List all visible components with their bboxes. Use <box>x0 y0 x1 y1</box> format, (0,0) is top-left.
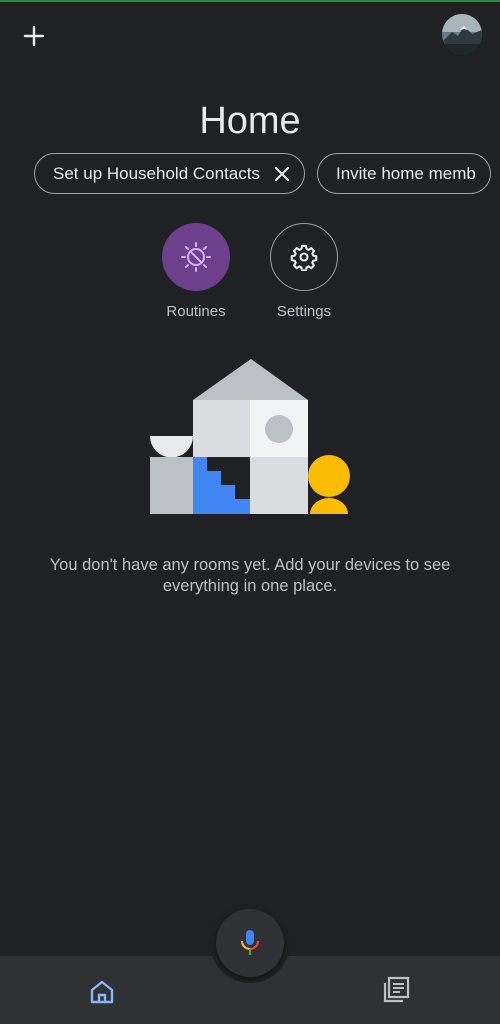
settings-circle <box>270 223 338 291</box>
feed-icon <box>383 976 410 1003</box>
mic-icon <box>240 930 260 955</box>
routines-icon <box>181 242 211 272</box>
close-icon[interactable] <box>274 166 290 182</box>
chip-label: Invite home memb <box>335 163 476 183</box>
status-accent-line <box>0 0 500 2</box>
routines-label: Routines <box>166 303 226 320</box>
profile-avatar <box>442 14 482 54</box>
avatar[interactable] <box>442 14 482 54</box>
empty-home-illustration <box>150 359 350 514</box>
quick-actions: Routines Settings <box>0 223 500 320</box>
add-button[interactable] <box>18 20 50 52</box>
settings-button[interactable]: Settings <box>269 223 339 320</box>
suggestion-chips: Set up Household Contacts Invite home me… <box>34 153 500 194</box>
routines-button[interactable]: Routines <box>161 223 231 320</box>
nav-feed[interactable] <box>380 974 412 1006</box>
gear-icon <box>290 244 318 271</box>
plus-icon <box>23 25 45 47</box>
page-title: Home <box>199 100 301 142</box>
home-icon <box>90 980 114 1004</box>
chip-label: Set up Household Contacts <box>53 163 260 183</box>
chip-invite-members[interactable]: Invite home memb <box>316 153 491 194</box>
settings-label: Settings <box>276 303 332 320</box>
routines-circle <box>162 223 230 291</box>
assistant-mic-button[interactable] <box>216 909 284 977</box>
chip-household-contacts[interactable]: Set up Household Contacts <box>34 153 305 194</box>
empty-state-message: You don't have any rooms yet. Add your d… <box>49 556 451 595</box>
nav-home[interactable] <box>86 976 118 1008</box>
